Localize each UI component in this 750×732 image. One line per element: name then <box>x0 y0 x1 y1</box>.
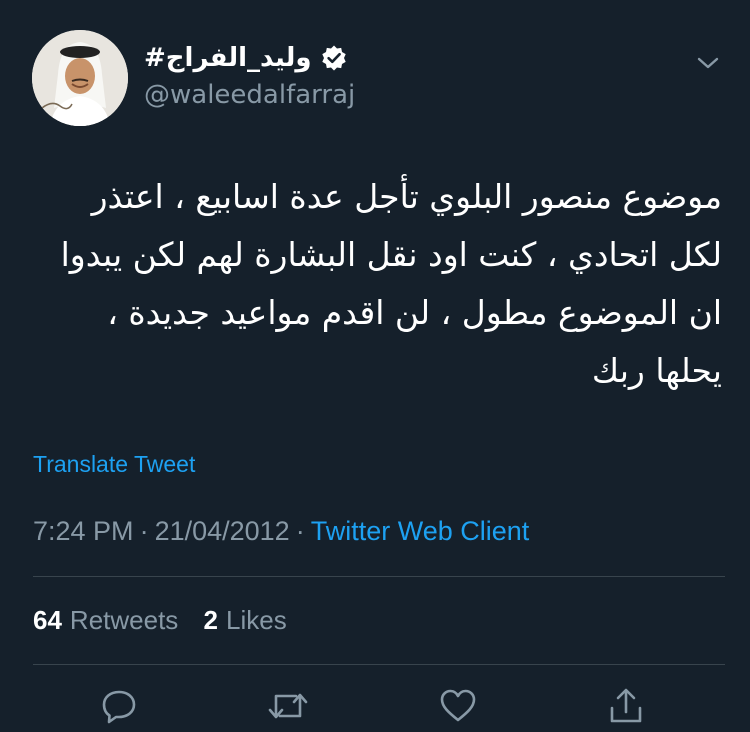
tweet-text: موضوع منصور البلوي تأجل عدة اسابيع ، اعت… <box>28 168 722 400</box>
tweet-actions <box>0 684 750 728</box>
chevron-down-icon <box>697 57 719 69</box>
reply-button[interactable] <box>97 684 141 728</box>
meta-separator: · <box>295 516 305 546</box>
retweets-count: 64 <box>33 605 62 635</box>
tweet-menu-button[interactable] <box>690 48 726 78</box>
share-icon <box>610 688 642 723</box>
author-name-row[interactable]: #وليد_الفراج <box>144 40 348 76</box>
profile-avatar-icon <box>32 30 128 126</box>
author-display-name[interactable]: #وليد_الفراج <box>144 40 312 76</box>
translate-tweet-link[interactable]: Translate Tweet <box>33 448 195 480</box>
tweet-meta: 7:24 PM · 21/04/2012 · Twitter Web Client <box>33 512 529 550</box>
share-button[interactable] <box>604 684 648 728</box>
tweet-text-line: ان الموضوع مطول ، لن اقدم مواعيد جديدة ، <box>107 293 722 332</box>
likes-stat[interactable]: 2 Likes <box>204 602 287 638</box>
author-handle[interactable]: @waleedalfarraj <box>144 78 355 112</box>
tweet-source-link[interactable]: Twitter Web Client <box>311 516 530 546</box>
retweet-button[interactable] <box>266 684 310 728</box>
retweet-icon <box>268 693 308 719</box>
tweet-stats: 64 Retweets 2 Likes <box>33 602 305 638</box>
likes-count: 2 <box>203 605 219 635</box>
tweet-text-line: يحلها ربك <box>591 351 722 390</box>
divider <box>33 576 725 577</box>
likes-label: Likes <box>226 605 287 635</box>
avatar[interactable] <box>32 30 128 126</box>
like-button[interactable] <box>436 684 480 728</box>
retweets-stat[interactable]: 64 Retweets <box>33 602 178 638</box>
tweet-text-line: موضوع منصور البلوي تأجل عدة اسابيع ، اعت… <box>91 177 722 216</box>
tweet-text-line: لكل اتحادي ، كنت اود نقل البشارة لهم لكن… <box>60 235 722 274</box>
tweet-date: 21/04/2012 <box>154 516 290 546</box>
tweet-time: 7:24 PM <box>33 516 134 546</box>
reply-icon <box>102 690 136 724</box>
verified-badge-icon <box>320 44 348 72</box>
retweets-label: Retweets <box>69 605 179 635</box>
meta-separator: · <box>139 516 149 546</box>
divider <box>33 664 725 665</box>
tweet-detail: #وليد_الفراج @waleedalfarraj موضوع منصور… <box>0 0 750 732</box>
heart-icon <box>440 689 476 722</box>
